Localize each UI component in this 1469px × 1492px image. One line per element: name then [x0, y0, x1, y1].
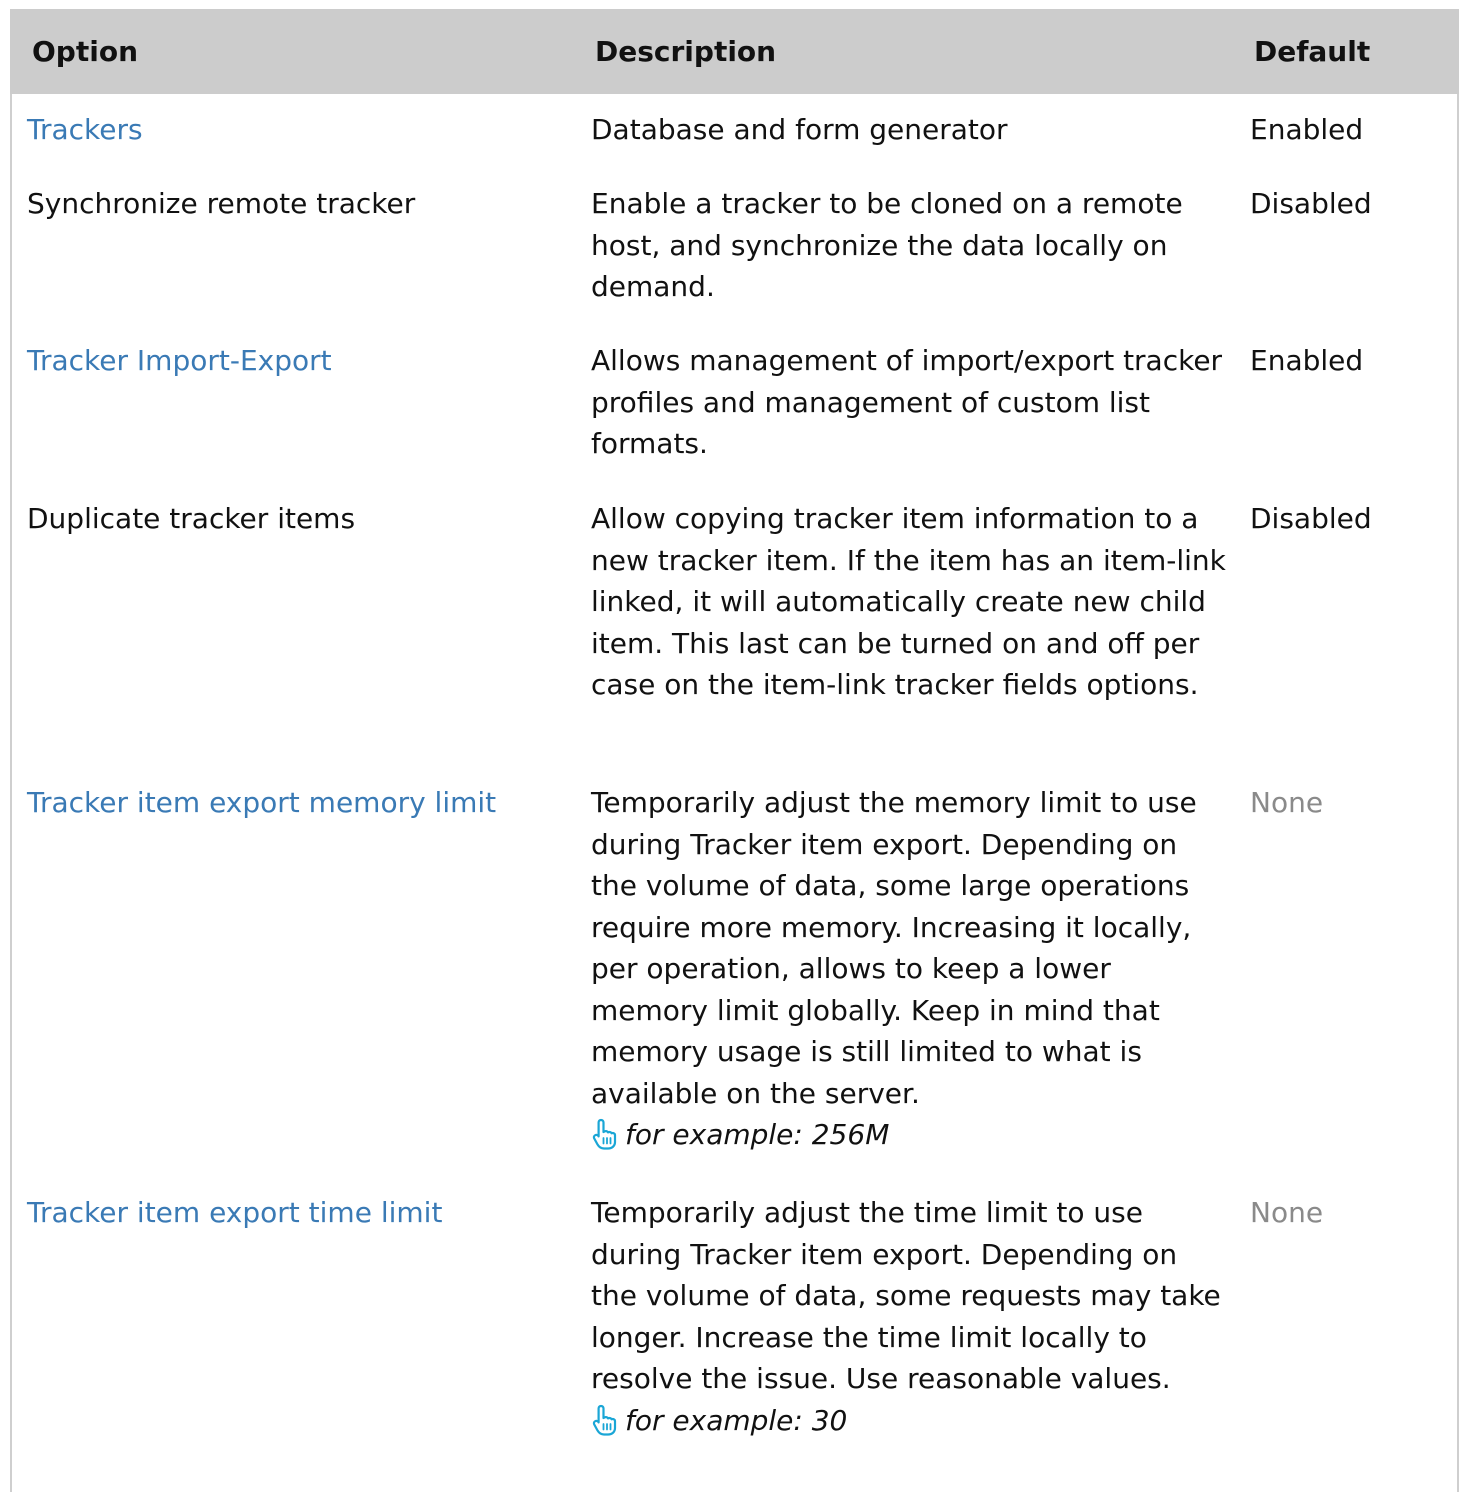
- header-description: Description: [595, 35, 777, 68]
- option-description: Temporarily adjust the time limit to use…: [591, 1196, 1221, 1395]
- option-description: Allow copying tracker item information t…: [591, 502, 1226, 701]
- option-label: Synchronize remote tracker: [27, 187, 416, 220]
- option-link-tracker-item-export-memory-limit[interactable]: Tracker item export memory limit: [27, 782, 567, 824]
- option-description: Temporarily adjust the memory limit to u…: [591, 786, 1197, 1110]
- option-description: Enable a tracker to be cloned on a remot…: [591, 187, 1183, 303]
- option-description-block: Temporarily adjust the memory limit to u…: [591, 782, 1227, 1156]
- example-text: for example: 256M: [625, 1118, 890, 1151]
- option-default: Enabled: [1250, 344, 1364, 377]
- pointing-hand-icon: [592, 1404, 617, 1436]
- example-text: for example: 30: [625, 1403, 848, 1437]
- header-option: Option: [32, 35, 138, 68]
- option-default: None: [1250, 1196, 1324, 1229]
- option-link-trackers[interactable]: Trackers: [27, 109, 567, 151]
- option-description: Database and form generator: [591, 113, 1008, 146]
- example-hint: for example: 30: [591, 1400, 1227, 1442]
- example-hint: for example: 256M: [591, 1114, 1227, 1156]
- option-label: Duplicate tracker items: [27, 502, 356, 535]
- option-description: Allows management of import/export track…: [591, 344, 1223, 460]
- option-default: Disabled: [1250, 502, 1372, 535]
- header-default: Default: [1254, 35, 1371, 68]
- option-default: Enabled: [1250, 113, 1364, 146]
- pointing-hand-icon: [592, 1118, 617, 1150]
- option-description-block: Temporarily adjust the time limit to use…: [591, 1192, 1227, 1441]
- option-link-tracker-import-export[interactable]: Tracker Import-Export: [27, 340, 567, 382]
- option-default: None: [1250, 786, 1324, 819]
- option-link-tracker-item-export-time-limit[interactable]: Tracker item export time limit: [27, 1192, 567, 1234]
- option-default: Disabled: [1250, 187, 1372, 220]
- table-header: Option Description Default: [10, 9, 1459, 94]
